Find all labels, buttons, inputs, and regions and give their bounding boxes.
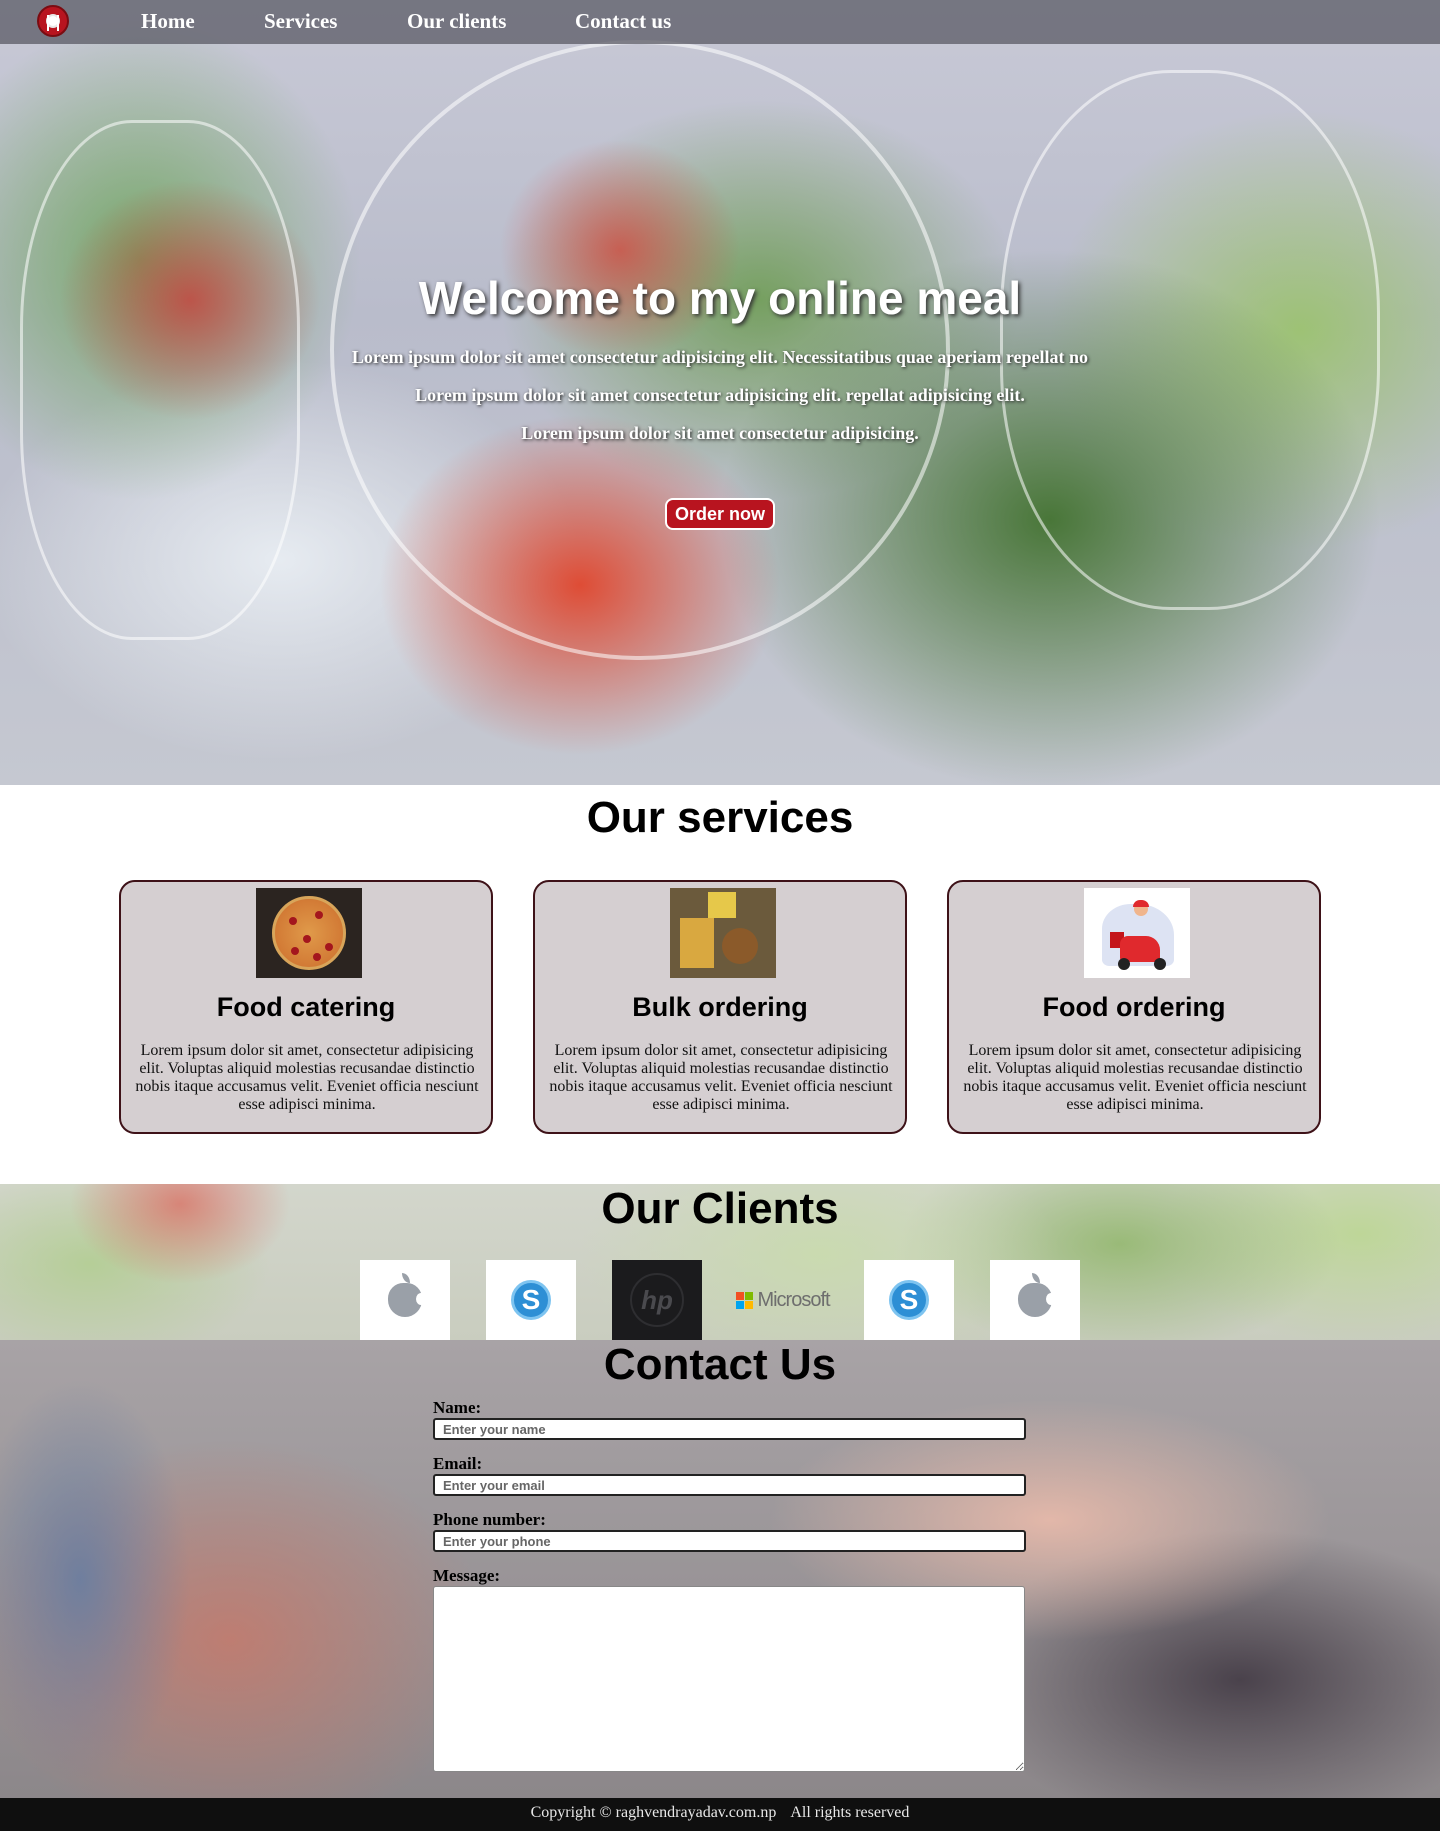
message-label: Message: bbox=[433, 1566, 501, 1585]
hero-content: Welcome to my online meal Lorem ipsum do… bbox=[0, 0, 1440, 785]
rights-text: All rights reserved bbox=[790, 1804, 910, 1821]
contact-heading: Contact Us bbox=[603, 1340, 837, 1389]
knife-icon bbox=[57, 15, 59, 31]
service-card-text: Lorem ipsum dolor sit amet, consectetur … bbox=[549, 1042, 893, 1113]
client-logo-hp: hp bbox=[612, 1260, 702, 1340]
nav-link-services[interactable]: Services bbox=[264, 9, 337, 34]
top-navbar: Home Services Our clients Contact us bbox=[0, 0, 1440, 44]
name-input[interactable] bbox=[433, 1418, 1026, 1440]
burger-platter-image bbox=[670, 888, 776, 978]
service-card-food-catering: Food catering Lorem ipsum dolor sit amet… bbox=[119, 880, 493, 1134]
service-card-text: Lorem ipsum dolor sit amet, consectetur … bbox=[135, 1042, 479, 1113]
client-logo-skype: S bbox=[486, 1260, 576, 1340]
order-now-button[interactable]: Order now bbox=[665, 498, 775, 530]
service-card-title: Food ordering bbox=[1042, 992, 1226, 1022]
clients-heading: Our Clients bbox=[601, 1184, 839, 1233]
service-card-title: Bulk ordering bbox=[632, 992, 808, 1022]
client-logo-skype: S bbox=[864, 1260, 954, 1340]
footer: Copyright © raghvendrayadav.com.np All r… bbox=[0, 1798, 1440, 1831]
hero-text-line-2: Lorem ipsum dolor sit amet consectetur a… bbox=[415, 385, 1025, 405]
clients-section: Our Clients S hp Microsoft S bbox=[0, 1184, 1440, 1340]
phone-input[interactable] bbox=[433, 1530, 1026, 1552]
client-logo-apple bbox=[990, 1260, 1080, 1340]
client-logo-microsoft: Microsoft bbox=[733, 1260, 833, 1340]
hero-text-line-3: Lorem ipsum dolor sit amet consectetur a… bbox=[521, 423, 919, 443]
services-heading: Our services bbox=[586, 793, 854, 842]
name-label: Name: bbox=[433, 1398, 482, 1417]
contact-section: Contact Us Name: Email: Phone number: Me… bbox=[0, 1340, 1440, 1798]
apple-icon bbox=[1018, 1273, 1056, 1317]
delivery-scooter-image bbox=[1084, 888, 1190, 978]
client-logo-apple bbox=[360, 1260, 450, 1340]
skype-icon: S bbox=[889, 1280, 929, 1320]
apple-icon bbox=[388, 1273, 426, 1317]
fork-icon bbox=[47, 15, 49, 31]
hero-text-line-1: Lorem ipsum dolor sit amet consectetur a… bbox=[351, 347, 1089, 367]
restaurant-plate-icon[interactable] bbox=[37, 5, 69, 37]
microsoft-icon bbox=[736, 1291, 754, 1309]
service-card-bulk-ordering: Bulk ordering Lorem ipsum dolor sit amet… bbox=[533, 880, 907, 1134]
hero-section: Welcome to my online meal Lorem ipsum do… bbox=[0, 0, 1440, 785]
copyright-text: Copyright © raghvendrayadav.com.np bbox=[530, 1804, 777, 1821]
pizza-image bbox=[256, 888, 362, 978]
microsoft-wordmark: Microsoft bbox=[757, 1288, 830, 1311]
nav-link-contact-us[interactable]: Contact us bbox=[575, 9, 671, 34]
skype-icon: S bbox=[511, 1280, 551, 1320]
message-textarea[interactable] bbox=[433, 1586, 1025, 1772]
email-input[interactable] bbox=[433, 1474, 1026, 1496]
phone-label: Phone number: bbox=[433, 1510, 546, 1529]
hp-icon: hp bbox=[630, 1273, 684, 1327]
service-card-title: Food catering bbox=[216, 992, 396, 1022]
email-label: Email: bbox=[433, 1454, 483, 1473]
nav-link-our-clients[interactable]: Our clients bbox=[407, 9, 506, 34]
nav-link-home[interactable]: Home bbox=[141, 9, 195, 34]
service-card-food-ordering: Food ordering Lorem ipsum dolor sit amet… bbox=[947, 880, 1321, 1134]
hero-title: Welcome to my online meal bbox=[418, 272, 1022, 324]
service-card-text: Lorem ipsum dolor sit amet, consectetur … bbox=[963, 1042, 1307, 1113]
